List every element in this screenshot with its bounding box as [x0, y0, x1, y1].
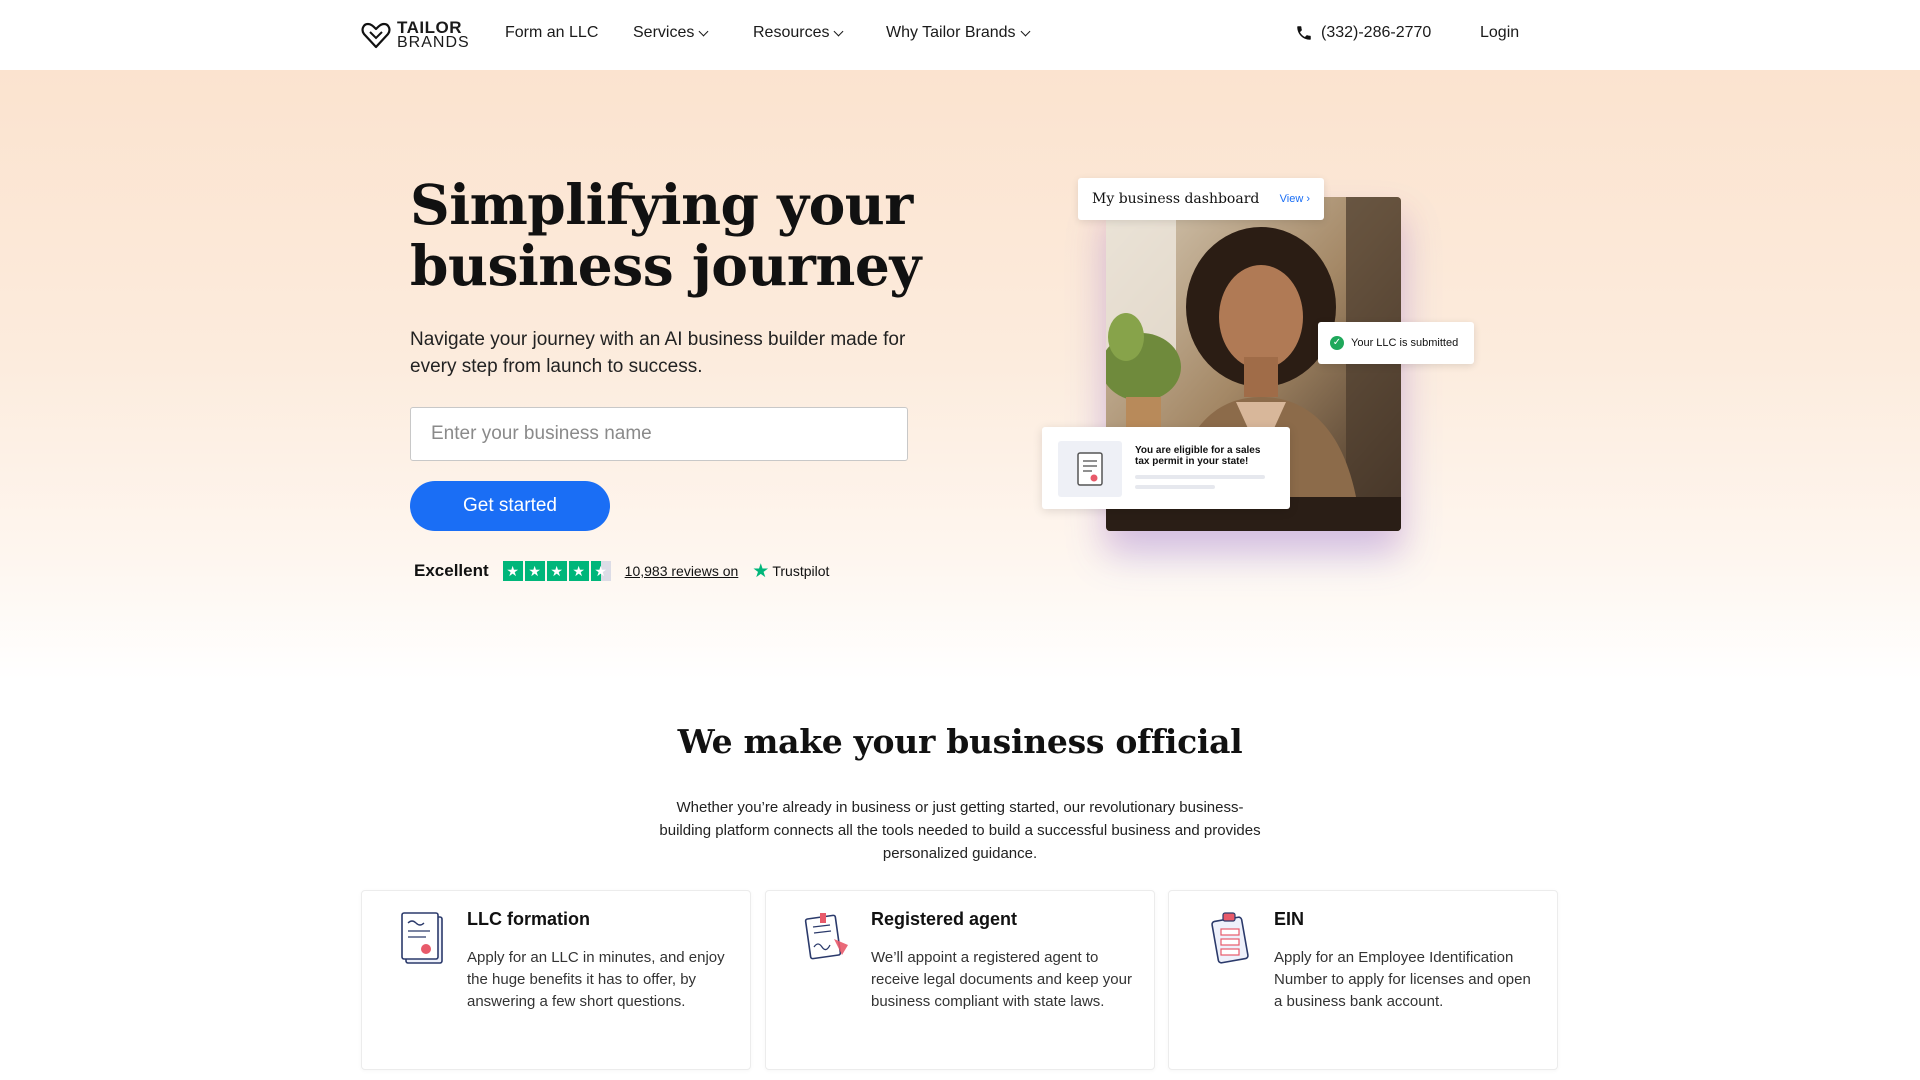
trustpilot-reviews-link[interactable]: 10,983 reviews on [625, 563, 739, 579]
document-icon [1058, 441, 1122, 497]
top-nav: TAILOR BRANDS Form an LLC Services Resou… [0, 0, 1920, 70]
star-icon: ★ [546, 561, 567, 581]
half-star-icon: ★ [590, 561, 611, 581]
feature-title: EIN [1274, 909, 1305, 929]
nav-why-label: Why Tailor Brands [886, 24, 1016, 41]
logo-heart-icon [361, 22, 391, 49]
hero-title: Simplifying your business journey [410, 172, 921, 298]
nav-resources-label: Resources [753, 24, 830, 41]
hero-section: Simplifying your business journey Naviga… [0, 70, 1920, 680]
nav-services[interactable]: Services [633, 24, 709, 42]
feature-title: Registered agent [871, 909, 1018, 929]
trustpilot-rating: Excellent ★ ★ ★ ★ ★ 10,983 reviews on ★ … [414, 561, 829, 581]
nav-form-llc[interactable]: Form an LLC [505, 24, 598, 42]
trustpilot-stars: ★ ★ ★ ★ ★ [502, 561, 611, 581]
check-circle-icon: ✓ [1330, 336, 1344, 350]
dashboard-view-link: View › [1279, 193, 1310, 205]
nav-why-tailor-brands[interactable]: Why Tailor Brands [886, 24, 1030, 42]
phone-link[interactable]: (332)-286-2770 [1295, 24, 1431, 42]
trustpilot-star-icon: ★ [752, 560, 770, 582]
tax-permit-card: You are eligible for a sales tax permit … [1042, 427, 1290, 509]
phone-icon [1297, 26, 1311, 40]
feature-description: Apply for an Employee Identification Num… [1274, 949, 1531, 1010]
dashboard-card: My business dashboard View › [1078, 178, 1324, 220]
certificate-icon [398, 911, 448, 969]
business-name-input[interactable] [410, 407, 908, 461]
tailor-brands-logo[interactable]: TAILOR BRANDS [361, 18, 470, 52]
trustpilot-brand-text: Trustpilot [772, 563, 830, 579]
nav-resources[interactable]: Resources [753, 24, 844, 42]
chevron-down-icon [834, 26, 844, 36]
tax-permit-text: You are eligible for a sales tax permit … [1135, 445, 1261, 467]
official-section-title: We make your business official [677, 722, 1243, 761]
placeholder-line [1135, 475, 1265, 479]
signed-document-icon [802, 911, 852, 969]
clipboard-icon [1205, 911, 1255, 969]
phone-number: (332)-286-2770 [1321, 24, 1432, 41]
placeholder-line [1135, 485, 1215, 489]
llc-status-card: ✓ Your LLC is submitted [1318, 322, 1474, 364]
logo-text-line1: TAILOR [397, 18, 463, 37]
star-icon: ★ [502, 561, 523, 581]
feature-card-ein[interactable]: EIN Apply for an Employee Identification… [1168, 890, 1558, 1070]
nav-form-llc-label: Form an LLC [505, 24, 599, 41]
feature-description: We’ll appoint a registered agent to rece… [871, 949, 1132, 1010]
llc-status-text: Your LLC is submitted [1351, 337, 1459, 349]
feature-card-registered-agent[interactable]: Registered agent We’ll appoint a registe… [765, 890, 1155, 1070]
feature-description: Apply for an LLC in minutes, and enjoy t… [467, 949, 725, 1010]
dashboard-title: My business dashboard [1092, 191, 1260, 207]
star-icon: ★ [524, 561, 545, 581]
hero-subtitle: Navigate your journey with an AI busines… [410, 329, 906, 377]
feature-card-llc-formation[interactable]: LLC formation Apply for an LLC in minute… [361, 890, 751, 1070]
chevron-down-icon [1020, 26, 1030, 36]
get-started-button[interactable]: Get started [410, 481, 610, 531]
nav-services-label: Services [633, 24, 695, 41]
chevron-down-icon [698, 26, 709, 36]
trustpilot-logo: ★ Trustpilot [752, 562, 829, 581]
logo-text-line2: BRANDS [397, 34, 470, 51]
trustpilot-rating-word: Excellent [414, 561, 489, 580]
official-section-text: Whether you’re already in business or ju… [659, 799, 1261, 862]
star-icon: ★ [568, 561, 589, 581]
feature-title: LLC formation [467, 909, 590, 929]
login-link[interactable]: Login [1480, 24, 1519, 42]
